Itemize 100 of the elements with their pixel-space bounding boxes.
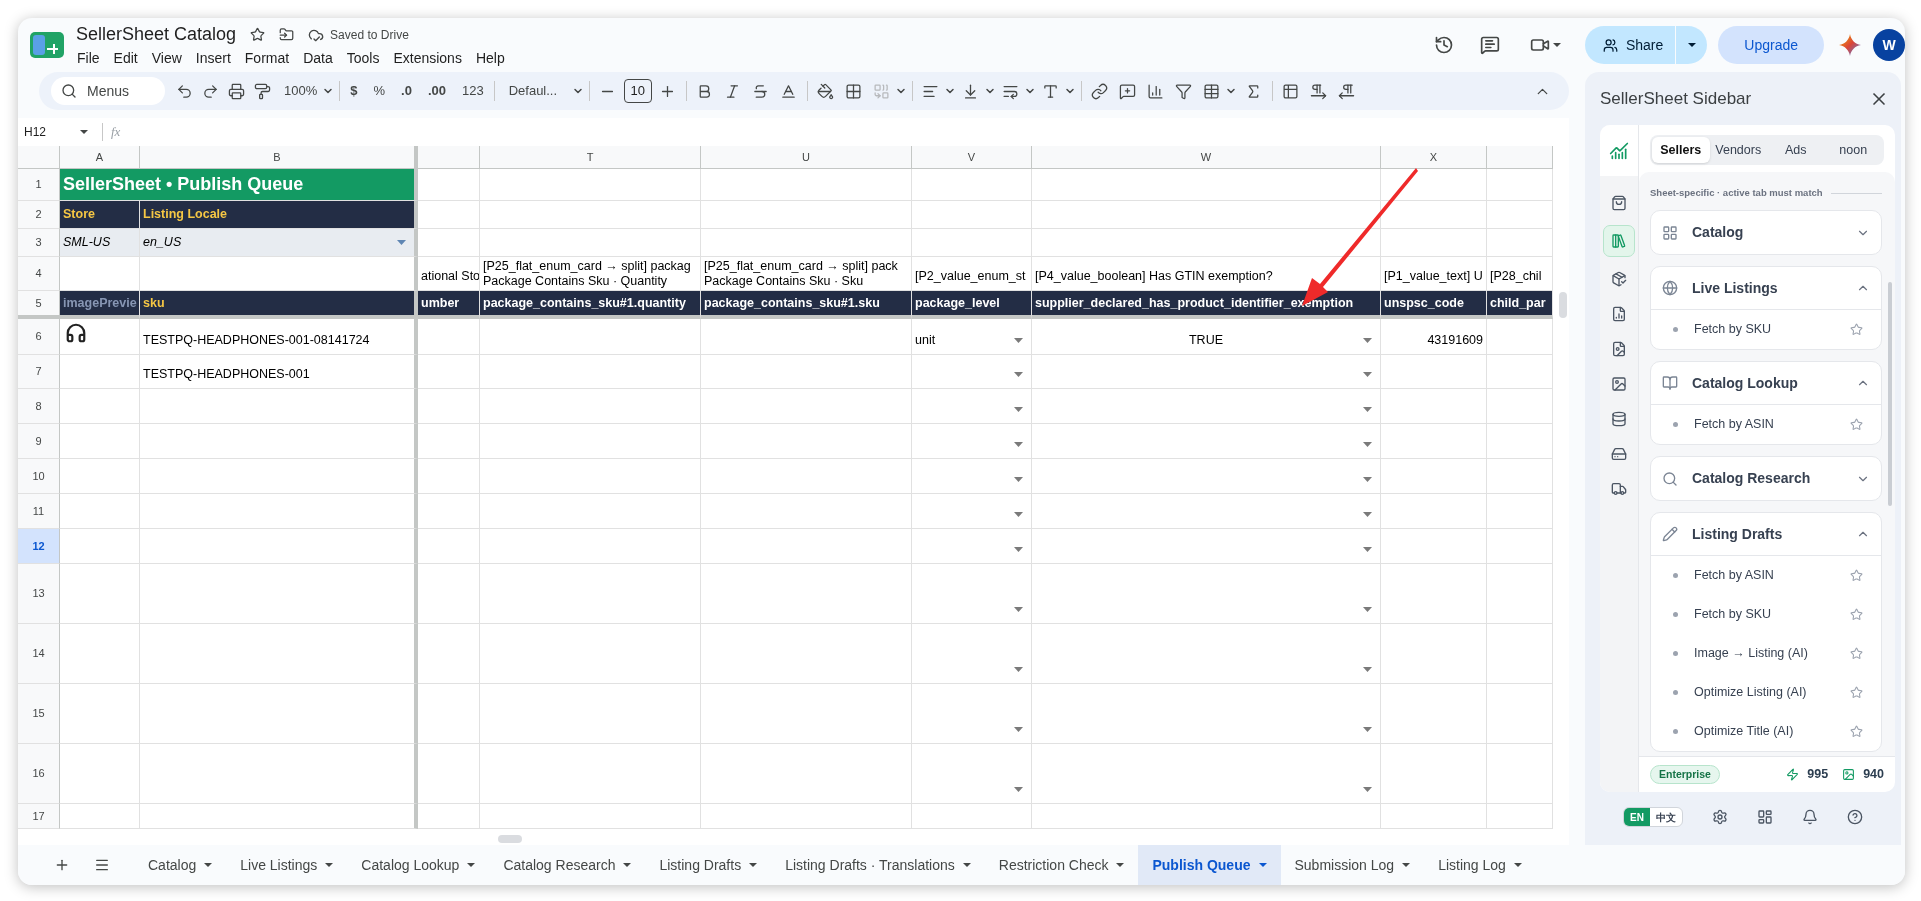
sheet-tab[interactable]: Catalog Research <box>489 845 646 885</box>
sidebar-tab[interactable]: Sellers <box>1652 137 1710 163</box>
group-item[interactable]: Fetch by SKU <box>1651 595 1881 635</box>
document-title[interactable]: SellerSheet Catalog <box>76 21 237 48</box>
dropdown-caret-icon[interactable] <box>1363 372 1372 377</box>
sidebar-tab[interactable]: noon <box>1824 137 1882 163</box>
column-header[interactable]: T <box>480 146 701 168</box>
group-item[interactable]: Optimize Title (AI) <box>1651 712 1881 752</box>
dropdown-caret-icon[interactable] <box>1363 477 1372 482</box>
group-item[interactable]: Fetch by ASIN <box>1651 556 1881 596</box>
row-number[interactable]: 14 <box>18 624 60 684</box>
caret-icon[interactable] <box>1513 863 1522 867</box>
menu-item[interactable]: Tools <box>339 48 387 69</box>
caret-icon[interactable] <box>1116 863 1125 867</box>
group-header[interactable]: Catalog Lookup <box>1651 362 1881 406</box>
row-number[interactable]: 9 <box>18 424 60 459</box>
chart-icon[interactable] <box>1609 140 1629 161</box>
menu-item[interactable]: Edit <box>106 48 145 69</box>
dropdown-caret-icon[interactable] <box>1014 407 1023 412</box>
font-size-field[interactable]: 10 <box>623 79 652 103</box>
row-number[interactable]: 10 <box>18 459 60 494</box>
dropdown-caret-icon[interactable] <box>1363 547 1372 552</box>
caret-icon[interactable] <box>467 863 476 867</box>
star-icon[interactable] <box>1850 686 1863 700</box>
dropdown-caret-icon[interactable] <box>1363 442 1372 447</box>
dropdown-caret-icon[interactable] <box>1363 338 1372 343</box>
sheet-tab[interactable]: Live Listings <box>226 845 348 885</box>
menu-item[interactable]: Insert <box>188 48 238 69</box>
font-select[interactable]: Defaul... <box>503 78 572 104</box>
dropdown-caret-icon[interactable] <box>1014 442 1023 447</box>
horizontal-scrollbar[interactable] <box>498 835 522 843</box>
sheet-tab[interactable]: Restriction Check <box>984 845 1139 885</box>
caret-icon[interactable] <box>204 863 213 867</box>
folder-icon[interactable] <box>279 27 295 42</box>
menu-icon[interactable] <box>94 857 110 873</box>
star-icon[interactable] <box>1850 647 1863 661</box>
comment-icon[interactable] <box>1479 35 1500 55</box>
row-number[interactable]: 6 <box>18 319 60 355</box>
row-number[interactable]: 17 <box>18 804 60 829</box>
star-icon[interactable] <box>1850 323 1863 337</box>
decrease-decimals-button[interactable]: .0 <box>396 78 417 104</box>
search-field[interactable]: Menus <box>51 77 165 105</box>
vertical-scrollbar[interactable] <box>1559 292 1567 318</box>
dropdown-caret-icon[interactable] <box>1014 607 1023 612</box>
menu-item[interactable]: File <box>76 48 107 69</box>
star-icon[interactable] <box>1850 725 1863 739</box>
column-header[interactable]: V <box>912 146 1032 168</box>
currency-button[interactable]: $ <box>345 78 363 104</box>
name-box[interactable]: H12 <box>18 123 94 141</box>
row-number[interactable]: 11 <box>18 494 60 529</box>
star-icon[interactable] <box>1850 608 1863 622</box>
group-item[interactable]: Fetch by ASIN <box>1651 405 1881 445</box>
column-header[interactable]: X <box>1381 146 1487 168</box>
dropdown-caret-icon[interactable] <box>1014 338 1023 343</box>
menu-item[interactable]: Data <box>296 48 340 69</box>
settings-icon[interactable] <box>1711 809 1728 825</box>
column-header[interactable]: U <box>701 146 912 168</box>
caret-icon[interactable] <box>325 863 334 867</box>
avatar[interactable]: W <box>1873 29 1905 61</box>
menu-item[interactable]: View <box>144 48 189 69</box>
dropdown-caret-icon[interactable] <box>1014 547 1023 552</box>
group-header[interactable]: Listing Drafts <box>1651 513 1881 557</box>
upgrade-button[interactable]: Upgrade <box>1718 26 1824 64</box>
library-icon[interactable] <box>1603 225 1635 257</box>
sheet-tab[interactable]: Listing Log <box>1424 845 1536 885</box>
row-number[interactable]: 7 <box>18 355 60 389</box>
dropdown-caret-icon[interactable] <box>1363 787 1372 792</box>
increase-decimals-button[interactable]: .00 <box>422 78 451 104</box>
group-header[interactable]: Catalog <box>1651 211 1881 255</box>
dropdown-caret-icon[interactable] <box>1014 667 1023 672</box>
sheet-tab[interactable]: Submission Log <box>1280 845 1425 885</box>
dropdown-caret-icon[interactable] <box>1014 372 1023 377</box>
caret-icon[interactable] <box>1552 43 1561 47</box>
dropdown-caret-icon[interactable] <box>1363 512 1372 517</box>
group-item[interactable]: Image → Listing (AI) <box>1651 634 1881 674</box>
caret-icon[interactable] <box>962 863 971 867</box>
row-number[interactable]: 3 <box>18 229 60 257</box>
menu-item[interactable]: Extensions <box>386 48 469 69</box>
caret-icon[interactable] <box>1402 863 1411 867</box>
dropdown-caret-icon[interactable] <box>1014 512 1023 517</box>
sheets-logo-icon[interactable] <box>30 32 64 58</box>
group-item[interactable]: Fetch by SKU <box>1651 310 1881 350</box>
sheet-tab[interactable]: Catalog <box>134 845 227 885</box>
menu-item[interactable]: Format <box>237 48 297 69</box>
group-item[interactable]: Optimize Listing (AI) <box>1651 673 1881 713</box>
sheet-tab[interactable]: Listing Drafts <box>645 845 772 885</box>
caret-icon[interactable] <box>1258 863 1267 867</box>
row-number[interactable]: 5 <box>18 291 60 319</box>
add-sheet-icon[interactable] <box>54 857 70 873</box>
sidebar-tab[interactable]: Ads <box>1767 137 1825 163</box>
history-icon[interactable] <box>1433 35 1454 55</box>
group-header[interactable]: Catalog Research <box>1651 457 1881 501</box>
star-icon[interactable] <box>1850 569 1863 583</box>
percent-button[interactable]: % <box>368 78 391 104</box>
dropdown-caret-icon[interactable] <box>1014 787 1023 792</box>
sheet-tab[interactable]: Publish Queue <box>1138 845 1281 885</box>
row-number[interactable]: 12 <box>18 529 60 564</box>
row-number[interactable]: 8 <box>18 389 60 424</box>
row-number[interactable]: 4 <box>18 257 60 291</box>
column-header[interactable]: A <box>60 146 140 168</box>
